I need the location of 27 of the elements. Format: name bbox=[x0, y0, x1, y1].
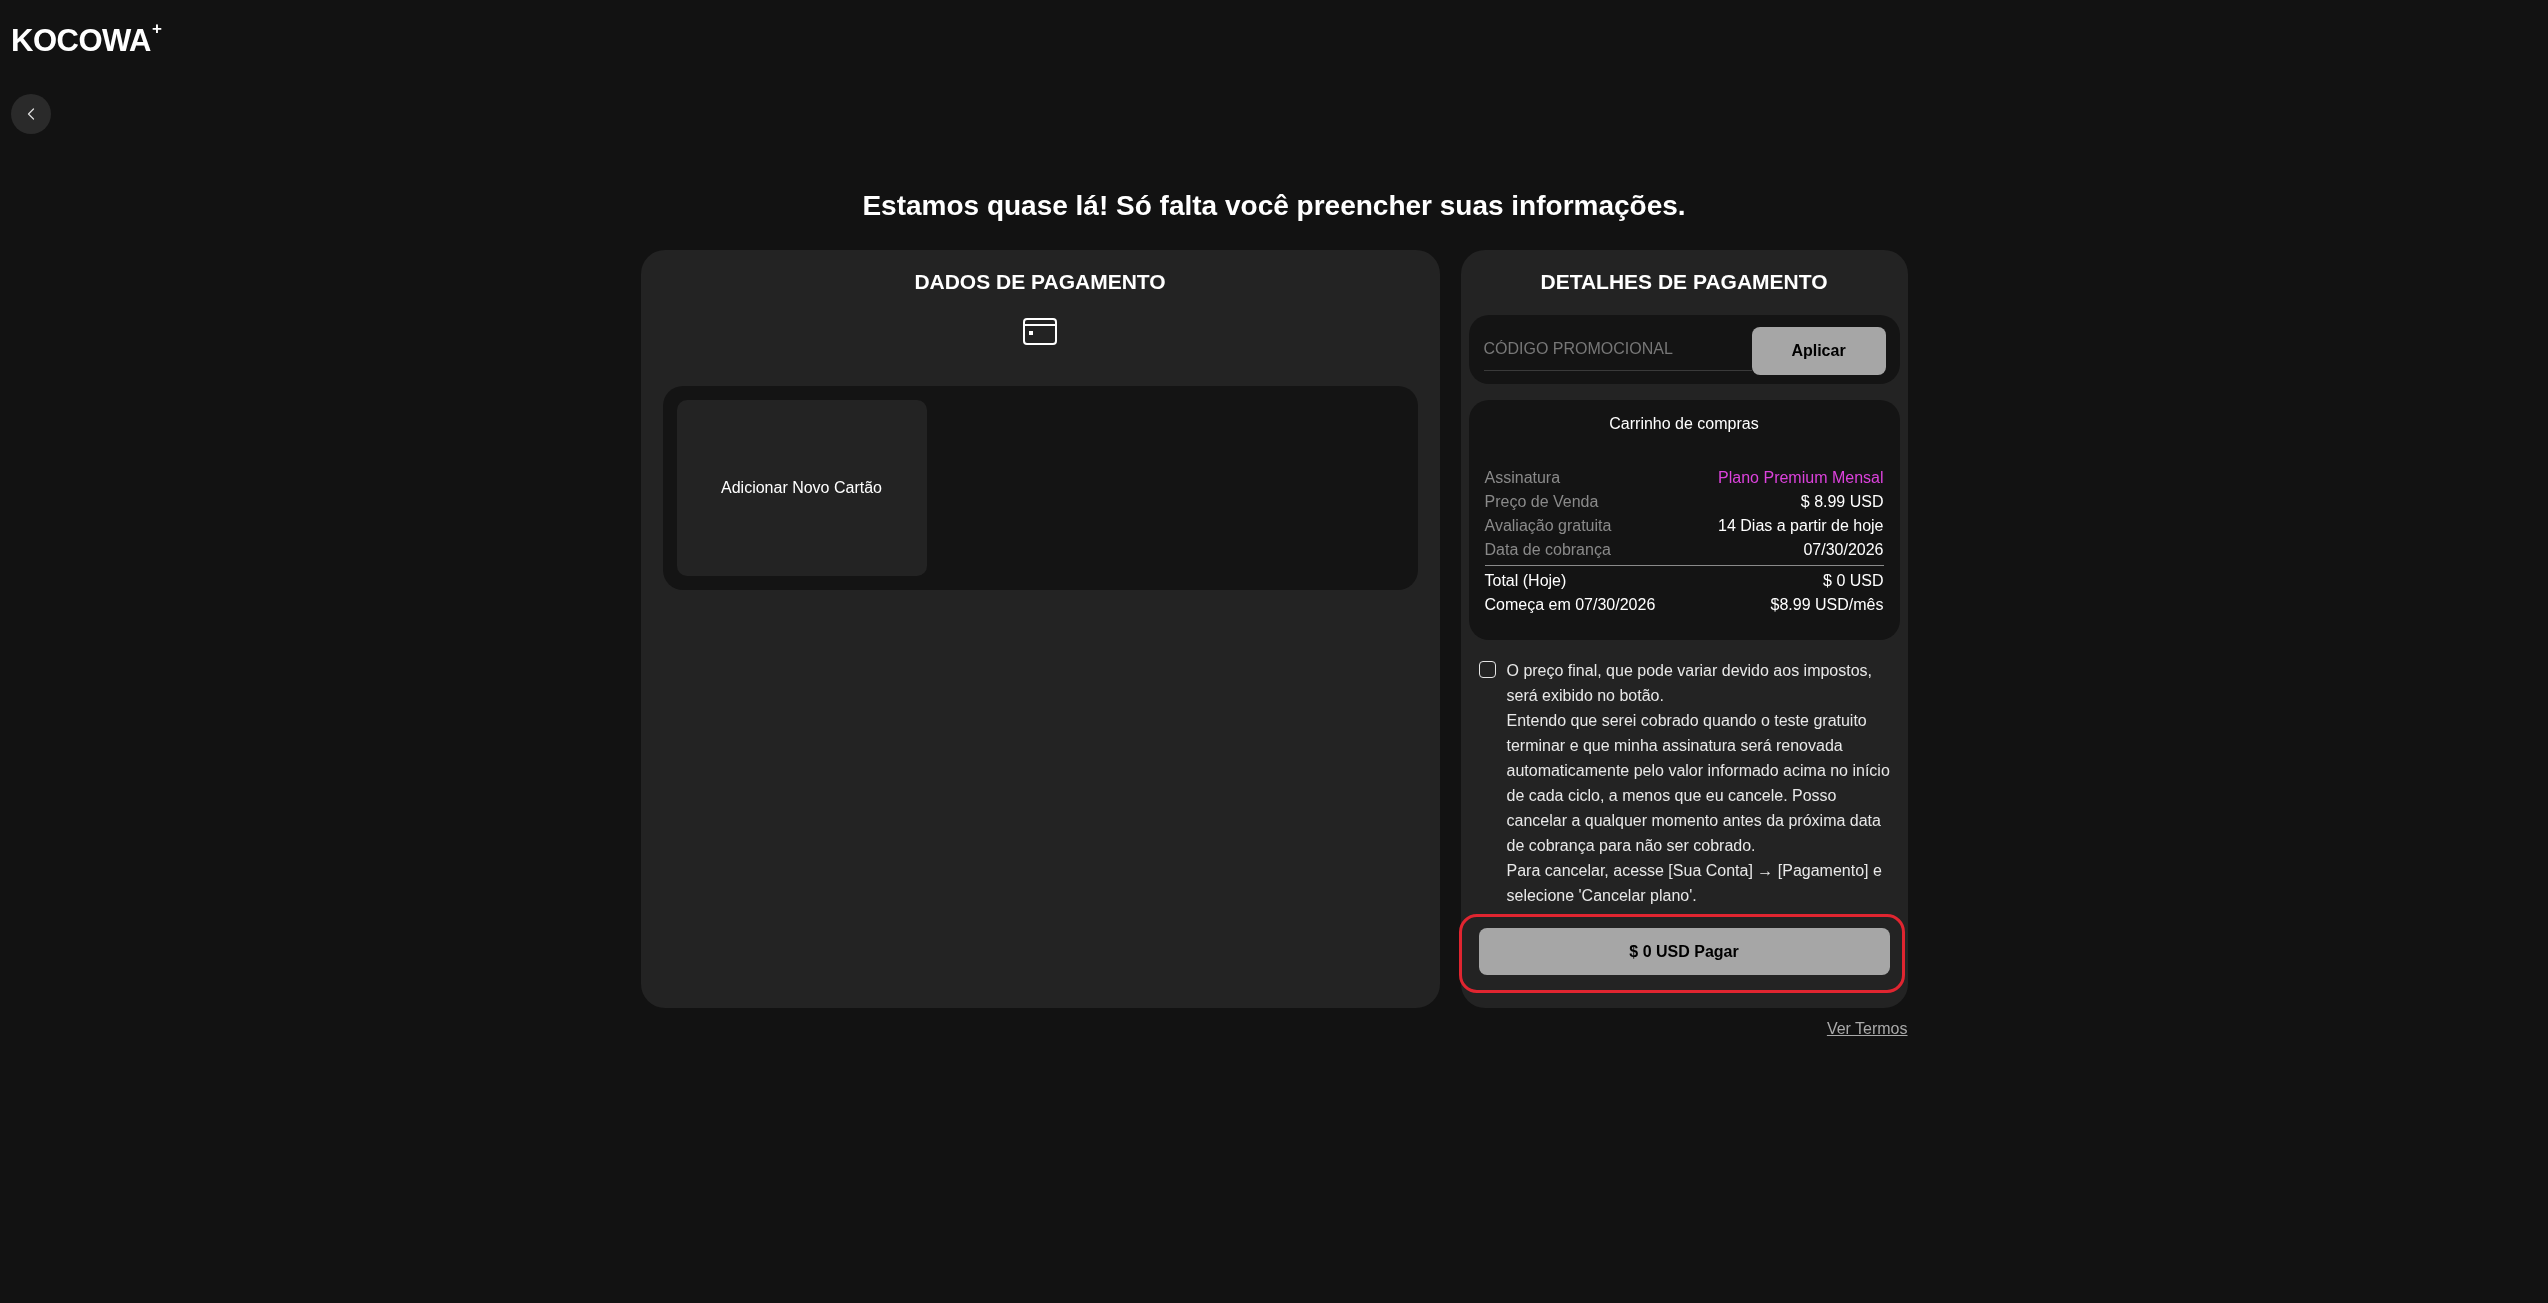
credit-card-icon bbox=[1023, 318, 1057, 345]
cart-label: Avaliação gratuita bbox=[1484, 516, 1612, 536]
cart-value: $ 8.99 USD bbox=[1800, 492, 1884, 512]
total-label: Começa em 07/30/2026 bbox=[1484, 595, 1656, 615]
total-value: $ 0 USD bbox=[1823, 571, 1884, 591]
panel-title: DETALHES DE PAGAMENTO bbox=[1540, 269, 1828, 295]
cart-label: Assinatura bbox=[1484, 468, 1561, 488]
logo: KOCOWA+ bbox=[11, 25, 162, 57]
terms-link[interactable]: Ver Termos bbox=[1826, 1017, 1908, 1041]
apply-button[interactable]: Aplicar bbox=[1751, 327, 1886, 375]
page-heading: Estamos quase lá! Só falta você preencher suas informações. bbox=[862, 190, 1686, 222]
panel-title: DADOS DE PAGAMENTO bbox=[914, 269, 1166, 295]
consent-text: O preço final, que pode variar devido aos impostos, será exibido no botão. bbox=[1506, 661, 1874, 706]
consent-text: Entendo que serei cobrado quando o teste gratuito terminar e que minha assinatura será renovada automaticamente pelo valor informado acima no início de cada ciclo, a menos que eu cancele. Posso cancelar a qualquer momento antes da próxima data de cobrança para não ser cobrado. bbox=[1506, 711, 1891, 856]
cart-value: Plano Premium Mensal bbox=[1718, 468, 1884, 488]
cart-value: 14 Dias a partir de hoje bbox=[1718, 516, 1884, 536]
total-label: Total (Hoje) bbox=[1484, 571, 1567, 591]
consent-text: Para cancelar, acesse [Sua Conta] → [Pagamento] e selecione 'Cancelar plano'. bbox=[1506, 861, 1883, 906]
total-value: $8.99 USD/mês bbox=[1770, 595, 1884, 615]
cart-label: Data de cobrança bbox=[1484, 540, 1611, 560]
consent-checkbox[interactable] bbox=[1478, 661, 1496, 678]
add-card-button[interactable]: Adicionar Novo Cartão bbox=[676, 400, 927, 576]
cart-label: Preço de Venda bbox=[1484, 492, 1599, 512]
pay-button[interactable]: $ 0 USD Pagar bbox=[1478, 928, 1890, 975]
cart-value: 07/30/2026 bbox=[1803, 540, 1884, 560]
promo-code-box[interactable]: CÓDIGO PROMOCIONAL Aplicar bbox=[1468, 315, 1900, 384]
cart-title: Carrinho de compras bbox=[1609, 414, 1759, 434]
